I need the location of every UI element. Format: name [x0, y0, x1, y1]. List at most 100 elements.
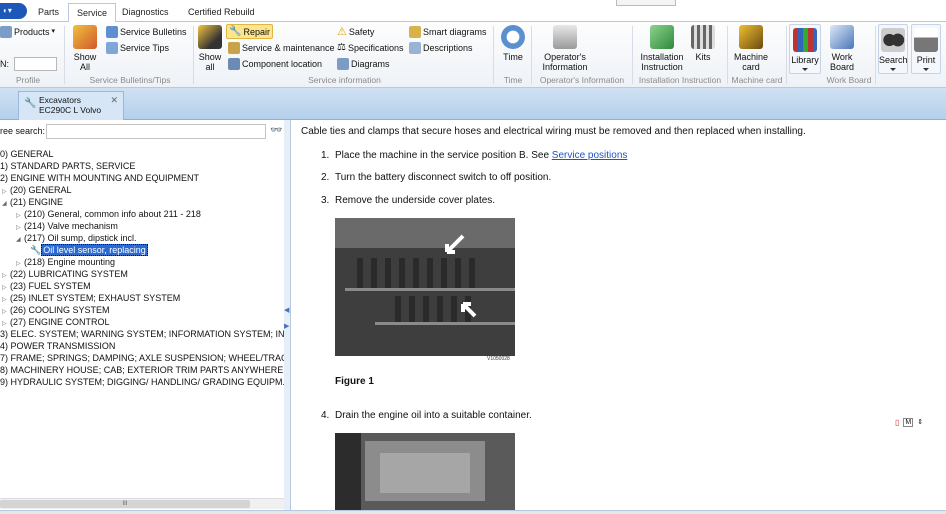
tree-item[interactable]: 3) ELEC. SYSTEM; WARNING SYSTEM; INFORMA… [0, 328, 284, 340]
specifications-button[interactable]: ⚖ Specifications [337, 41, 404, 55]
show-all-bulletins-button[interactable]: Show All [70, 25, 100, 72]
ribbon-separator [193, 26, 194, 84]
tree-item[interactable]: 0) GENERAL [0, 148, 54, 160]
close-icon[interactable]: ✕ [110, 95, 118, 105]
tree-item[interactable]: ▷ (26) COOLING SYSTEM [2, 304, 110, 316]
tree-item[interactable]: 7) FRAME; SPRINGS; DAMPING; AXLE SUSPENS… [0, 352, 284, 364]
pdf-icon[interactable]: ▯ [895, 418, 899, 427]
step-number: 3. [321, 195, 330, 206]
smart-diagrams-button[interactable]: Smart diagrams [409, 25, 487, 39]
tree-item[interactable]: ▷ (22) LUBRICATING SYSTEM [2, 268, 128, 280]
service-bulletins-label: Service Bulletins [120, 27, 187, 37]
figure-2-image [335, 433, 515, 510]
time-button[interactable]: Time [498, 25, 528, 62]
show-all-service-info-button[interactable]: Show all [196, 25, 224, 72]
tree-item[interactable]: 4) POWER TRANSMISSION [0, 340, 115, 352]
step-number: 1. [321, 150, 330, 161]
service-bulletins-button[interactable]: Service Bulletins [106, 25, 187, 39]
mark-icon[interactable]: M [903, 417, 914, 427]
figure-caption: Figure 1 [335, 376, 374, 387]
collapse-arrow-icon[interactable]: ◢ [16, 234, 24, 246]
binoculars-icon[interactable]: 👓 [270, 125, 282, 136]
tree-item[interactable]: ▷ (214) Valve mechanism [16, 220, 118, 232]
tree-search-row: ree search: 👓 [0, 124, 286, 140]
ribbon-separator [531, 26, 532, 84]
tree-item-label: 4) POWER TRANSMISSION [0, 341, 116, 351]
tree-item[interactable]: ◢ (21) ENGINE [2, 196, 63, 208]
tree-item-label: 7) FRAME; SPRINGS; DAMPING; AXLE SUSPENS… [0, 353, 284, 363]
oil-drain-photo [335, 433, 515, 510]
service-tips-label: Service Tips [120, 43, 170, 53]
work-board-button[interactable]: Work Board [825, 25, 859, 72]
tree-item-label: (22) LUBRICATING SYSTEM [10, 269, 128, 279]
collapse-arrow-icon[interactable]: ◢ [2, 198, 10, 210]
tree-item[interactable]: ▷ (23) FUEL SYSTEM [2, 280, 91, 292]
tree-item[interactable]: 1) STANDARD PARTS, SERVICE [0, 160, 135, 172]
printer-icon [914, 28, 938, 52]
products-icon [0, 26, 12, 38]
search-button[interactable]: Search [878, 24, 908, 74]
document-content: Cable ties and clamps that secure hoses … [290, 120, 944, 510]
operators-information-button[interactable]: Operator's Information [538, 25, 592, 72]
repair-button[interactable]: 🔧 Repair [226, 24, 273, 39]
expand-right-icon[interactable]: ▶ [284, 322, 289, 330]
warning-stack-icon [198, 25, 222, 49]
tree-item-label: (26) COOLING SYSTEM [10, 305, 110, 315]
ribbon-separator [727, 26, 728, 84]
spinner-icon[interactable]: ⇕ [917, 418, 923, 426]
diagrams-button[interactable]: Diagrams [337, 57, 390, 71]
document-icon [106, 26, 118, 38]
n-input[interactable] [14, 57, 57, 71]
service-positions-link[interactable]: Service positions [552, 150, 628, 161]
tree-item-label: (218) Engine mounting [24, 257, 116, 267]
quick-access-toolbar[interactable] [616, 0, 676, 6]
document-tab-subtitle: EC290C L Volvo [39, 105, 102, 115]
tab-certified-rebuild[interactable]: Certified Rebuild [180, 3, 263, 22]
tree-item-selected[interactable]: 🔧 Oil level sensor, replacing [30, 244, 148, 256]
kits-button[interactable]: Kits [690, 25, 716, 62]
safety-label: Safety [348, 27, 375, 37]
installation-icon [650, 25, 674, 49]
tree-item[interactable]: ▷ (218) Engine mounting [16, 256, 115, 268]
tree-item[interactable]: ▷ (25) INLET SYSTEM; EXHAUST SYSTEM [2, 292, 180, 304]
machine-card-button[interactable]: Machine card [731, 25, 771, 72]
tree-item[interactable]: ▷ (27) ENGINE CONTROL [2, 316, 110, 328]
app-menu-button[interactable]: ◐▾ [0, 3, 27, 19]
wrench-icon: 🔧 [24, 98, 37, 109]
safety-button[interactable]: ⚠ Safety [337, 25, 374, 39]
descriptions-button[interactable]: Descriptions [409, 41, 473, 55]
tree-item[interactable]: ▷ (20) GENERAL [2, 184, 72, 196]
diagram-icon [337, 58, 349, 70]
service-maintenance-label: Service & maintenance [242, 43, 335, 53]
tab-parts[interactable]: Parts [30, 3, 67, 22]
step-4-text: Drain the engine oil into a suitable con… [335, 410, 532, 421]
component-location-button[interactable]: Component location [228, 57, 322, 71]
component-location-label: Component location [242, 59, 323, 69]
repair-label: Repair [243, 26, 270, 37]
service-tips-button[interactable]: Service Tips [106, 41, 169, 55]
print-button[interactable]: Print [911, 24, 941, 74]
tree-search-input[interactable] [46, 124, 266, 139]
tree-item[interactable]: 2) ENGINE WITH MOUNTING AND EQUIPMENT [0, 172, 199, 184]
collapse-left-icon[interactable]: ◀ [284, 306, 289, 314]
service-maintenance-button[interactable]: Service & maintenance [228, 41, 335, 55]
tree-item-label: (21) ENGINE [10, 197, 64, 207]
group-label-installation: Installation Instruction [638, 75, 722, 85]
tab-service[interactable]: Service [68, 3, 117, 23]
tree-item[interactable]: 8) MACHINERY HOUSE; CAB; EXTERIOR TRIM P… [0, 364, 283, 376]
tree-item[interactable]: 9) HYDRAULIC SYSTEM; DIGGING/ HANDLING/ … [0, 376, 284, 388]
tree-item-label: (217) Oil sump, dipstick incl. [24, 233, 137, 243]
tree-item[interactable]: ▷ (210) General, common info about 211 - … [16, 208, 201, 220]
library-button[interactable]: Library [789, 24, 821, 74]
installation-instruction-button[interactable]: Installation Instruction [636, 25, 688, 72]
tree-item-label: 8) MACHINERY HOUSE; CAB; EXTERIOR TRIM P… [0, 365, 284, 375]
scrollbar-thumb[interactable]: III [0, 500, 250, 508]
group-label-work-board: Work Board [826, 75, 872, 85]
excavator-icon [739, 25, 763, 49]
tab-diagnostics[interactable]: Diagnostics [114, 3, 177, 22]
document-tab-excavators[interactable]: 🔧 Excavators EC290C L Volvo ✕ [18, 91, 124, 120]
tree-item[interactable]: ◢ (217) Oil sump, dipstick incl. [16, 232, 137, 244]
n-label: N: [0, 59, 9, 69]
horizontal-scrollbar[interactable]: III [0, 498, 286, 509]
products-dropdown[interactable]: Products ▾ [0, 25, 55, 39]
